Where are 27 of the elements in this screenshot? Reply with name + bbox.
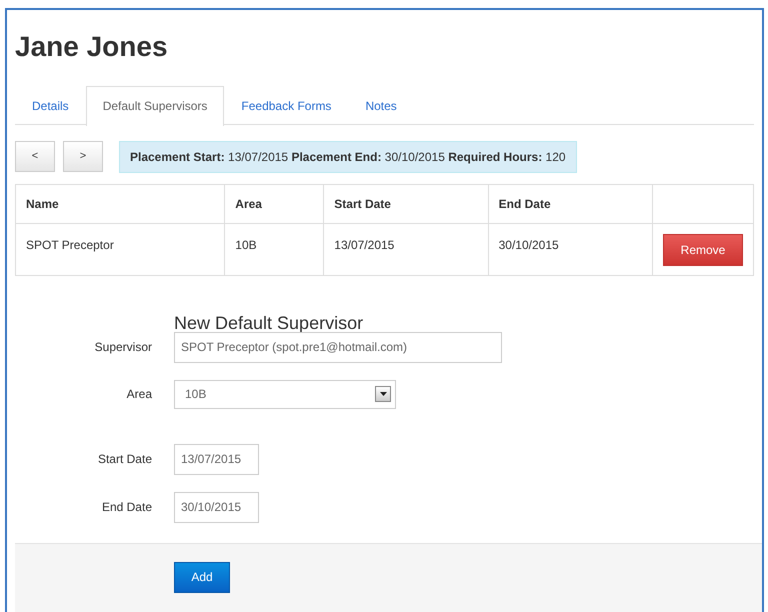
column-header: Area	[224, 184, 324, 224]
form-title: New Default Supervisor	[174, 314, 364, 332]
table-cell: 13/07/2015	[324, 223, 488, 276]
field-label: Area	[126, 386, 152, 404]
tab[interactable]: Feedback Forms	[224, 86, 348, 124]
area-dropdown[interactable]: 10B	[174, 380, 396, 409]
field-label: End Date	[100, 499, 152, 516]
remove-button[interactable]: Remove	[663, 234, 743, 266]
column-header: End Date	[488, 184, 652, 224]
input-field[interactable]: SPOT Preceptor (spot.pre1@hotmail.com)	[174, 332, 502, 363]
field-label: Start Date	[96, 451, 152, 468]
field-label: Supervisor	[94, 339, 152, 356]
date-field[interactable]: 30/10/2015	[174, 492, 259, 523]
date-field[interactable]: 13/07/2015	[174, 444, 259, 475]
column-header: Name	[16, 184, 225, 224]
page-title: Jane Jones	[15, 30, 169, 64]
table-cell: 30/10/2015	[488, 223, 652, 276]
placement-info: Placement Start: 13/07/2015 Placement End: 30/10/2015 Required Hours: 120	[119, 140, 577, 173]
column-header: Start Date	[324, 184, 488, 224]
tab[interactable]: Notes	[348, 86, 414, 124]
next-button[interactable]: >	[63, 141, 103, 172]
tab[interactable]: Default Supervisors	[86, 86, 224, 126]
add-button[interactable]: Add	[174, 562, 230, 593]
table-cell: 10B	[224, 223, 324, 276]
previous-button[interactable]: <	[15, 141, 55, 172]
tab[interactable]: Details	[15, 86, 86, 124]
table-cell: SPOT Preceptor	[16, 223, 225, 276]
